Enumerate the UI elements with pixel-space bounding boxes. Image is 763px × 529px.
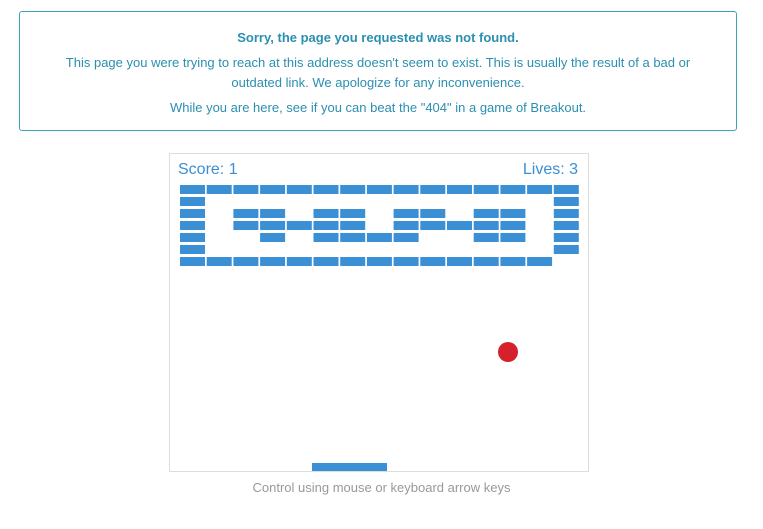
brick (260, 209, 286, 218)
brick (366, 257, 392, 266)
brick-wall (180, 185, 579, 266)
brick (420, 221, 446, 230)
brick (553, 209, 579, 218)
brick (553, 221, 579, 230)
brick (393, 221, 419, 230)
brick (473, 209, 499, 218)
brick (233, 185, 259, 194)
brick (393, 257, 419, 266)
brick (473, 257, 499, 266)
brick (313, 209, 339, 218)
brick (393, 233, 419, 242)
brick (260, 185, 286, 194)
brick (180, 233, 205, 242)
brick (473, 185, 499, 194)
brick (420, 209, 446, 218)
breakout-playfield[interactable]: Score: 1 Lives: 3 (170, 154, 588, 471)
brick (286, 185, 312, 194)
brick (206, 185, 232, 194)
brick (553, 197, 579, 206)
lives-readout: Lives: 3 (523, 161, 578, 178)
brick (366, 185, 392, 194)
brick (527, 257, 553, 266)
brick (553, 245, 579, 254)
brick (420, 257, 446, 266)
brick (447, 185, 472, 194)
brick (366, 233, 392, 242)
brick (500, 221, 526, 230)
brick (233, 209, 259, 218)
brick (340, 233, 366, 242)
notice-body-explanation: This page you were trying to reach at th… (65, 55, 691, 90)
score-readout: Score: 1 (178, 161, 238, 178)
breakout-game-canvas[interactable]: Score: 1 Lives: 3 (169, 153, 589, 472)
brick (500, 233, 526, 242)
brick (180, 245, 205, 254)
brick (473, 221, 499, 230)
brick (233, 221, 259, 230)
brick (473, 233, 499, 242)
ball (498, 342, 518, 362)
brick (553, 233, 579, 242)
brick (447, 221, 472, 230)
brick (286, 257, 312, 266)
brick (553, 185, 579, 194)
brick (340, 185, 366, 194)
brick (180, 257, 205, 266)
brick (420, 185, 446, 194)
brick (180, 185, 205, 194)
brick (313, 185, 339, 194)
brick (180, 209, 205, 218)
brick (260, 221, 286, 230)
brick (180, 197, 205, 206)
brick (313, 257, 339, 266)
brick (447, 257, 472, 266)
notice-body-invitation: While you are here, see if you can beat … (169, 100, 587, 115)
brick (286, 221, 312, 230)
paddle[interactable] (312, 463, 387, 471)
brick (340, 257, 366, 266)
controls-hint: Control using mouse or keyboard arrow ke… (252, 480, 511, 495)
brick (527, 185, 553, 194)
notice-title: Sorry, the page you requested was not fo… (237, 30, 519, 45)
brick (313, 221, 339, 230)
brick (313, 233, 339, 242)
not-found-notice: Sorry, the page you requested was not fo… (19, 11, 737, 131)
brick (500, 209, 526, 218)
brick (500, 257, 526, 266)
brick (233, 257, 259, 266)
brick (393, 209, 419, 218)
brick (340, 209, 366, 218)
brick (340, 221, 366, 230)
brick (393, 185, 419, 194)
brick (206, 257, 232, 266)
brick (260, 233, 286, 242)
brick (500, 185, 526, 194)
brick (260, 257, 286, 266)
brick (180, 221, 205, 230)
